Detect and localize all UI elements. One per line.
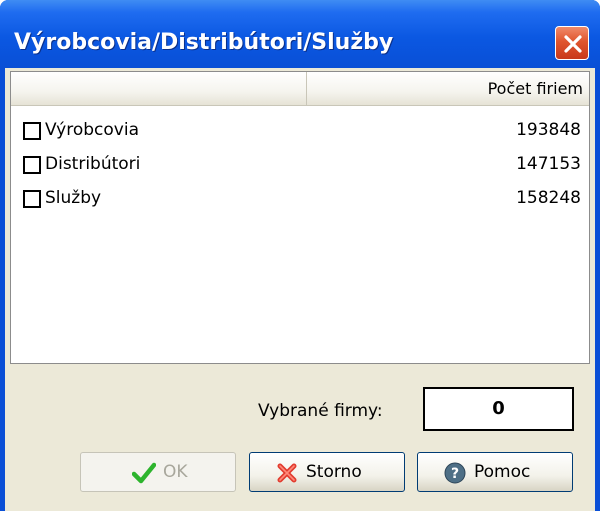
selected-firms-label: Vybrané firmy: (258, 401, 383, 421)
ok-button[interactable]: OK (80, 452, 236, 492)
list-item-count: 193848 (516, 120, 581, 140)
window-title: Výrobcovia/Distribútori/Služby (14, 30, 394, 55)
checkbox[interactable] (23, 190, 41, 208)
storno-label: Storno (306, 462, 362, 482)
pomoc-button[interactable]: ? Pomoc (417, 452, 573, 492)
list-item-vyrobcovia[interactable]: Výrobcovia 193848 (11, 118, 589, 148)
checkmark-icon (132, 462, 156, 484)
header-column-count[interactable]: Počet firiem (307, 72, 589, 105)
ok-label: OK (163, 462, 188, 482)
red-x-icon (277, 463, 297, 483)
list-item-distributori[interactable]: Distribútori 147153 (11, 152, 589, 182)
list-header: Počet firiem (11, 72, 589, 106)
help-icon: ? (444, 462, 466, 484)
selected-firms-count: 0 (423, 387, 574, 431)
header-column-name[interactable] (11, 72, 307, 105)
list-item-label: Distribútori (45, 154, 141, 174)
list-item-count: 147153 (516, 154, 581, 174)
close-button[interactable] (555, 26, 589, 60)
title-bar[interactable]: Výrobcovia/Distribútori/Služby (0, 0, 600, 68)
list-item-count: 158248 (516, 188, 581, 208)
checkbox[interactable] (23, 156, 41, 174)
svg-text:?: ? (451, 466, 459, 482)
category-list[interactable]: Počet firiem Výrobcovia 193848 Distribút… (10, 71, 590, 364)
storno-button[interactable]: Storno (249, 452, 405, 492)
checkbox[interactable] (23, 122, 41, 140)
close-icon (564, 35, 582, 53)
list-item-label: Výrobcovia (45, 120, 139, 140)
pomoc-label: Pomoc (474, 462, 531, 482)
list-item-label: Služby (45, 188, 102, 208)
list-item-sluzby[interactable]: Služby 158248 (11, 186, 589, 216)
dialog-window: Výrobcovia/Distribútori/Služby Počet fir… (0, 0, 600, 511)
dialog-body: Počet firiem Výrobcovia 193848 Distribút… (5, 68, 595, 511)
